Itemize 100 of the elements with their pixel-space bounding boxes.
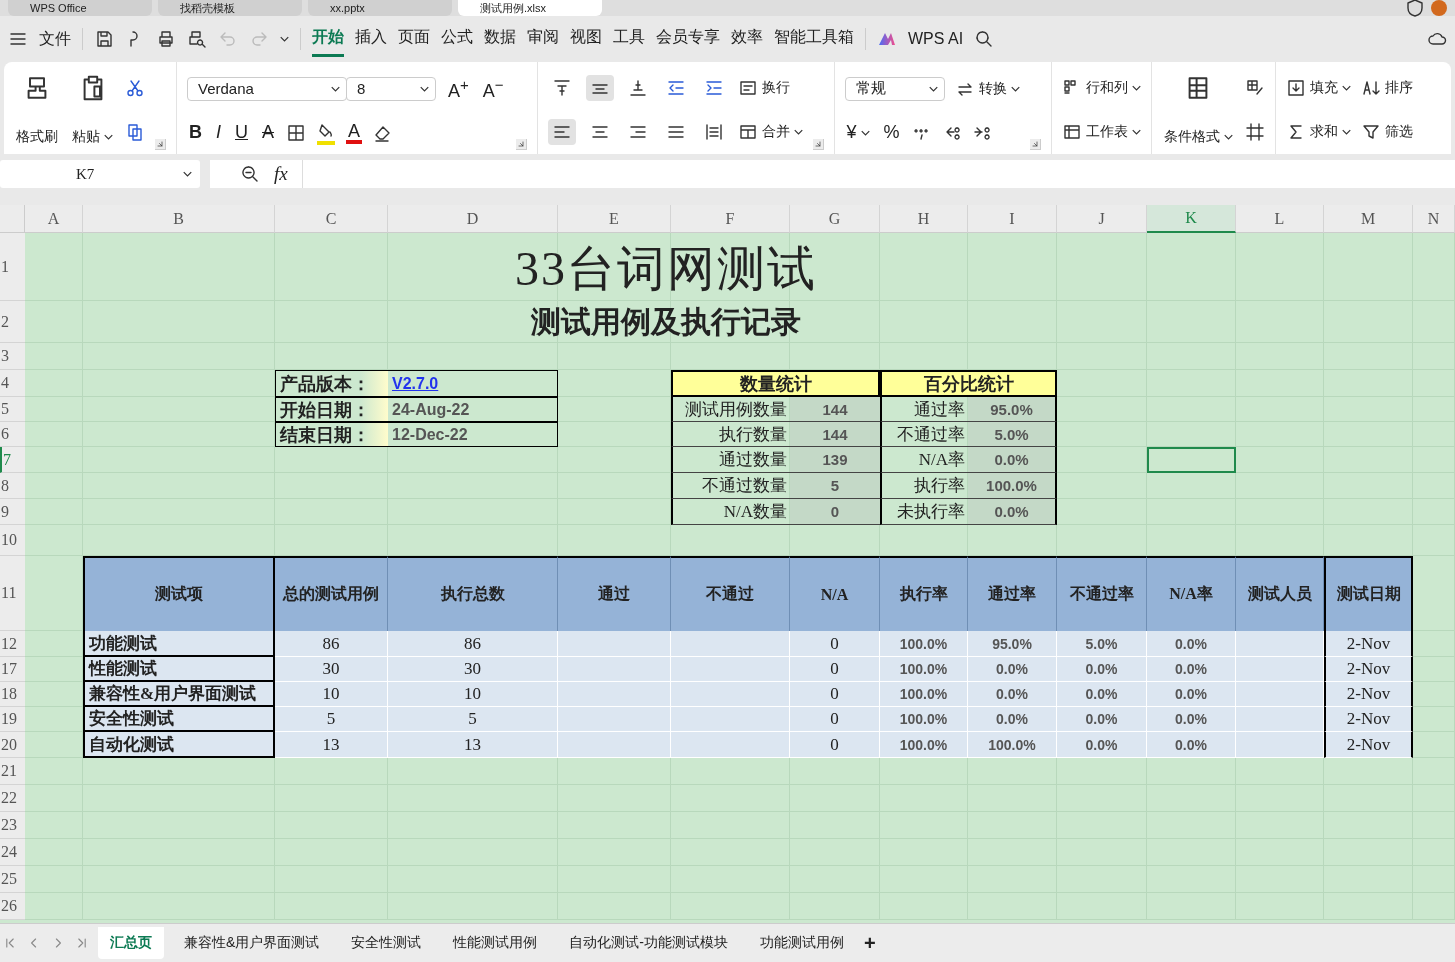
sheet-tab[interactable]: 汇总页	[98, 927, 164, 959]
row-header[interactable]: 24	[0, 839, 25, 866]
column-header[interactable]: L	[1236, 205, 1324, 233]
row-header[interactable]: 17	[0, 657, 25, 682]
column-header[interactable]: A	[25, 205, 83, 233]
column-header[interactable]: H	[880, 205, 968, 233]
selected-cell[interactable]	[1147, 447, 1236, 473]
worksheet-button[interactable]: 工作表	[1061, 122, 1141, 142]
stats-header: 数量统计	[671, 370, 880, 397]
decrease-font-button[interactable]: A$^{−}$	[480, 75, 506, 102]
conditional-format-button[interactable]: 条件格式	[1161, 70, 1235, 150]
ribbon-tab[interactable]: 效率	[731, 21, 763, 57]
info-label: 产品版本：	[275, 370, 388, 397]
row-header[interactable]: 5	[0, 397, 25, 422]
row-header[interactable]: 8	[0, 473, 25, 499]
column-heading: N/A率	[1147, 556, 1236, 631]
row-header[interactable]: 7	[0, 447, 25, 473]
row-header[interactable]: 12	[0, 631, 25, 657]
row-header[interactable]: 6	[0, 422, 25, 447]
row-header[interactable]: 25	[0, 866, 25, 893]
font-size-select[interactable]: 8	[346, 76, 436, 101]
function-button[interactable]: fx	[274, 163, 288, 185]
row-header[interactable]: 23	[0, 812, 25, 839]
italic-button[interactable]: I	[214, 122, 223, 143]
paste-button[interactable]: 粘贴	[70, 70, 115, 150]
row-header[interactable]: 1	[0, 233, 25, 301]
rows-columns-button[interactable]: 行和列	[1061, 78, 1141, 98]
column-header[interactable]: I	[968, 205, 1057, 233]
column-header[interactable]: N	[1413, 205, 1455, 233]
ribbon-tab[interactable]: 工具	[613, 21, 645, 57]
version-link[interactable]: V2.7.0	[388, 370, 558, 397]
row-header[interactable]: 26	[0, 893, 25, 920]
column-header[interactable]: C	[275, 205, 388, 233]
table-cell: 2-Nov	[1324, 657, 1413, 682]
app-tab[interactable]: 测试用例.xlsx	[458, 0, 602, 16]
row-header[interactable]: 11	[0, 556, 25, 631]
column-header[interactable]: E	[558, 205, 671, 233]
ribbon-tab[interactable]: 公式	[441, 21, 473, 57]
column-header[interactable]: G	[790, 205, 880, 233]
fill-button[interactable]: 填充	[1285, 78, 1351, 98]
merge-button[interactable]: 合并	[737, 122, 803, 142]
row-header[interactable]: 9	[0, 499, 25, 525]
ribbon-tab[interactable]: 会员专享	[656, 21, 720, 57]
ribbon-tab[interactable]: 开始	[312, 21, 344, 57]
column-header[interactable]: F	[671, 205, 790, 233]
strikethrough-button[interactable]: A	[260, 122, 277, 143]
increase-font-button[interactable]: A$^{+}$	[446, 75, 471, 102]
sort-button[interactable]: 排序	[1360, 78, 1413, 98]
align-button[interactable]	[585, 75, 614, 101]
avatar[interactable]	[1431, 0, 1447, 16]
ribbon-tab[interactable]: 数据	[484, 21, 516, 57]
table-cell: 0.0%	[968, 682, 1057, 707]
ribbon-tab[interactable]: 插入	[355, 21, 387, 57]
name-box[interactable]: K7	[0, 160, 200, 188]
currency-button[interactable]: ¥	[844, 122, 872, 144]
convert-button[interactable]: 转换	[954, 78, 1020, 99]
percent-button[interactable]: %	[881, 122, 902, 144]
sheet-tab[interactable]: 功能测试用例	[748, 927, 856, 959]
bold-button[interactable]: B	[187, 122, 204, 143]
distributed-align-icon	[703, 122, 724, 142]
app-tab[interactable]: 找稻壳模板	[158, 0, 302, 16]
wps-ai-menu[interactable]: WPS AI	[908, 30, 964, 48]
sum-button[interactable]: 求和	[1285, 122, 1351, 142]
sheet-tab[interactable]: 自动化测试-功能测试模块	[557, 927, 740, 959]
font-color-button[interactable]: A	[346, 121, 363, 144]
table-cell: 0.0%	[1057, 657, 1147, 682]
ribbon-tab[interactable]: 页面	[398, 21, 430, 57]
filter-button[interactable]: 筛选	[1360, 122, 1413, 142]
sheet-tab[interactable]: 兼容性&用户界面测试	[172, 927, 332, 959]
row-header[interactable]: 22	[0, 785, 25, 812]
align-button[interactable]	[547, 119, 576, 145]
ribbon-tab[interactable]: 审阅	[527, 21, 559, 57]
wrap-text-button[interactable]: 换行	[737, 78, 790, 98]
ribbon-tab[interactable]: 视图	[570, 21, 602, 57]
column-header[interactable]: D	[388, 205, 558, 233]
row-header[interactable]: 19	[0, 707, 25, 732]
sheet-tab[interactable]: 安全性测试	[339, 927, 434, 959]
file-menu[interactable]: 文件	[39, 28, 71, 50]
row-header[interactable]: 3	[0, 343, 25, 370]
column-header[interactable]: J	[1057, 205, 1147, 233]
format-painter-button[interactable]: 格式刷	[14, 70, 60, 150]
row-header[interactable]: 2	[0, 301, 25, 343]
stat-value: 0.0%	[968, 447, 1057, 473]
column-header[interactable]: K	[1147, 205, 1236, 233]
number-format-select[interactable]: 常规	[844, 76, 945, 101]
app-tab[interactable]: xx.pptx	[308, 0, 452, 16]
row-header[interactable]: 10	[0, 525, 25, 556]
row-header[interactable]: 20	[0, 732, 25, 758]
table-cell: 5	[275, 707, 388, 732]
sheet-tab[interactable]: 性能测试用例	[441, 927, 550, 959]
row-header[interactable]: 18	[0, 682, 25, 707]
table-cell: 0.0%	[1057, 707, 1147, 732]
column-header[interactable]: B	[83, 205, 275, 233]
app-tab[interactable]: WPS Office	[8, 0, 152, 16]
row-header[interactable]: 21	[0, 758, 25, 785]
ribbon-tab[interactable]: 智能工具箱	[774, 21, 854, 57]
add-sheet-button[interactable]: +	[864, 931, 876, 955]
underline-button[interactable]: U	[233, 122, 250, 143]
column-header[interactable]: M	[1324, 205, 1413, 233]
row-header[interactable]: 4	[0, 370, 25, 397]
